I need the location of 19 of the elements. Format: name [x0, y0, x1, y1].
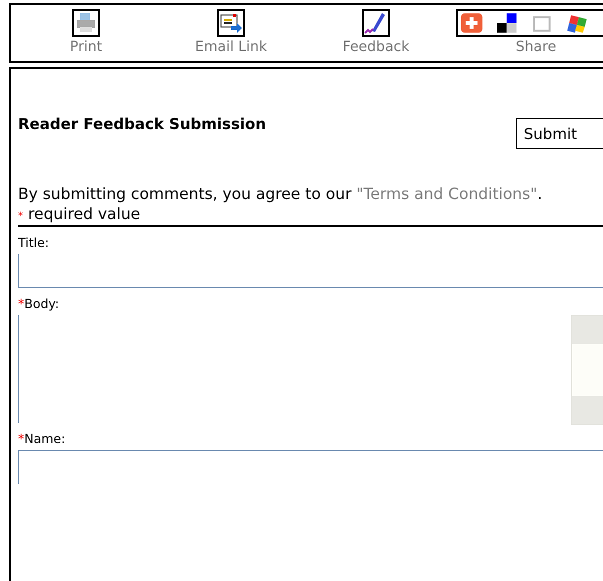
- toolbar-button[interactable]: Feedback: [301, 5, 451, 61]
- pen-icon: [362, 9, 390, 37]
- terms-link[interactable]: "Terms and Conditions": [356, 185, 538, 203]
- toolbar-button[interactable]: Print: [11, 5, 161, 61]
- field-label: *Body:: [18, 296, 60, 311]
- input-field[interactable]: [18, 254, 603, 288]
- printer-icon: [72, 9, 100, 37]
- submit-button[interactable]: Submit: [516, 118, 603, 149]
- field-label: Title:: [18, 235, 50, 250]
- input-field[interactable]: [18, 450, 603, 484]
- scrollbar[interactable]: [571, 315, 603, 425]
- field-label: *Name:: [18, 431, 66, 446]
- email-icon: [217, 9, 245, 37]
- toolbar-button[interactable]: Share: [451, 5, 603, 61]
- required-note: required value: [28, 205, 140, 223]
- form-title: Reader Feedback Submission: [18, 115, 266, 133]
- agreement-text: By submitting comments, you agree to our "Terms and Conditions".: [18, 184, 544, 205]
- required-asterisk: *: [18, 211, 23, 222]
- toolbar-button[interactable]: Email Link: [161, 5, 301, 61]
